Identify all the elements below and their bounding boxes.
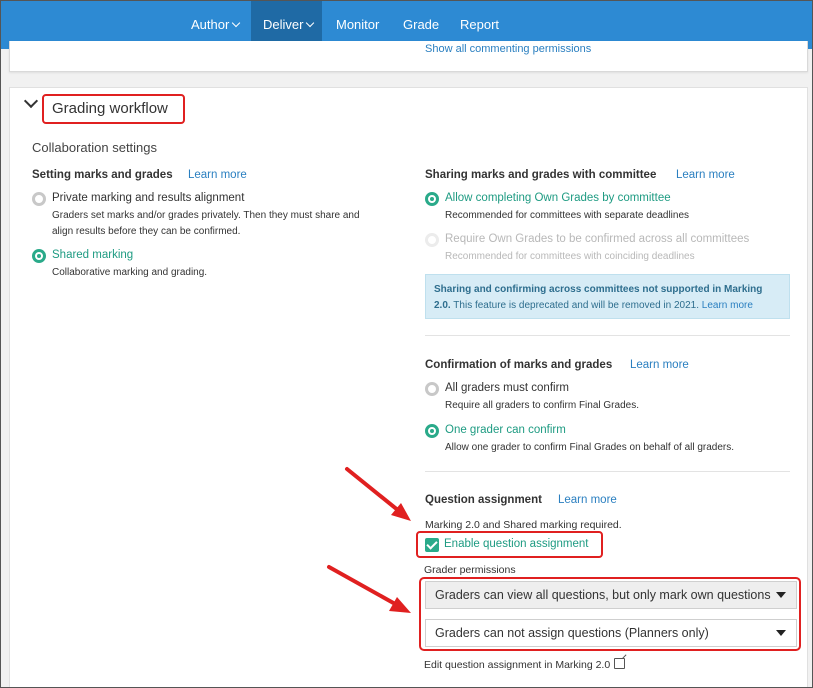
app-frame: Author Deliver Monitor Grade Report Show… (0, 0, 813, 688)
info-text: This feature is deprecated and will be r… (453, 300, 699, 311)
show-commenting-permissions-link[interactable]: Show all commenting permissions (425, 43, 591, 55)
grader-permissions-label: Grader permissions (424, 564, 516, 576)
previous-section-card: Show all commenting permissions (9, 41, 808, 72)
one-grader-confirm-desc: Allow one grader to confirm Final Grades… (445, 442, 735, 453)
edit-question-assignment-label: Edit question assignment in Marking 2.0 (424, 659, 611, 671)
nav-deliver-label: Deliver (263, 17, 304, 32)
shared-marking-radio[interactable] (32, 249, 46, 263)
divider (425, 335, 790, 336)
view-permission-value: Graders can view all questions, but only… (435, 588, 771, 602)
question-assignment-heading: Question assignment (425, 494, 542, 506)
shared-marking-label[interactable]: Shared marking (52, 249, 133, 261)
view-permission-dropdown[interactable]: Graders can view all questions, but only… (425, 581, 797, 609)
dropdown-arrow-icon (776, 592, 786, 598)
sharing-learn-more-link[interactable]: Learn more (676, 169, 735, 181)
nav-grade-label: Grade (403, 17, 440, 32)
chevron-down-icon[interactable] (23, 93, 39, 109)
private-marking-desc-2: align results before they can be confirm… (52, 226, 241, 237)
nav-monitor-label: Monitor (336, 17, 380, 32)
chevron-down-icon (306, 18, 315, 28)
chevron-down-icon (232, 18, 241, 28)
external-link-icon (614, 658, 626, 669)
confirmation-heading: Confirmation of marks and grades (425, 359, 613, 371)
annotation-arrow (345, 467, 411, 521)
confirmation-learn-more-link[interactable]: Learn more (630, 359, 689, 371)
setting-marks-heading: Setting marks and grades (32, 169, 173, 181)
nav-report-label: Report (460, 17, 500, 32)
allow-completing-label[interactable]: Allow completing Own Grades by committee (445, 192, 671, 204)
divider (425, 471, 790, 472)
private-marking-label[interactable]: Private marking and results alignment (52, 192, 244, 204)
assign-permission-value: Graders can not assign questions (Planne… (435, 626, 709, 640)
all-graders-confirm-label[interactable]: All graders must confirm (445, 382, 569, 394)
private-marking-radio[interactable] (32, 192, 46, 206)
private-marking-desc-1: Graders set marks and/or grades privatel… (52, 210, 360, 221)
enable-question-assignment-label[interactable]: Enable question assignment (444, 538, 589, 550)
all-graders-confirm-desc: Require all graders to confirm Final Gra… (445, 400, 639, 411)
allow-completing-desc: Recommended for committees with separate… (445, 210, 690, 221)
require-own-grades-desc: Recommended for committees with coincidi… (445, 251, 695, 262)
info-learn-more-link[interactable]: Learn more (702, 300, 753, 311)
dropdown-arrow-icon (776, 630, 786, 636)
one-grader-confirm-label[interactable]: One grader can confirm (445, 424, 566, 436)
enable-question-assignment-checkbox[interactable] (425, 538, 439, 552)
nav-author-label: Author (191, 17, 230, 32)
question-assignment-learn-more-link[interactable]: Learn more (558, 494, 617, 506)
setting-marks-learn-more-link[interactable]: Learn more (188, 169, 247, 181)
allow-completing-radio[interactable] (425, 192, 439, 206)
one-grader-confirm-radio[interactable] (425, 424, 439, 438)
section-title[interactable]: Grading workflow (42, 94, 185, 124)
collaboration-settings-heading: Collaboration settings (32, 140, 158, 155)
assign-permission-dropdown[interactable]: Graders can not assign questions (Planne… (425, 619, 797, 647)
deprecation-info-box: Sharing and confirming across committees… (425, 274, 790, 319)
edit-question-assignment-link[interactable]: Edit question assignment in Marking 2.0 (424, 657, 626, 671)
shared-marking-desc: Collaborative marking and grading. (52, 267, 208, 278)
sharing-heading: Sharing marks and grades with committee (425, 169, 657, 181)
require-own-grades-label[interactable]: Require Own Grades to be confirmed acros… (445, 233, 749, 245)
annotation-arrow (327, 565, 411, 613)
require-own-grades-radio[interactable] (425, 233, 439, 247)
all-graders-confirm-radio[interactable] (425, 382, 439, 396)
